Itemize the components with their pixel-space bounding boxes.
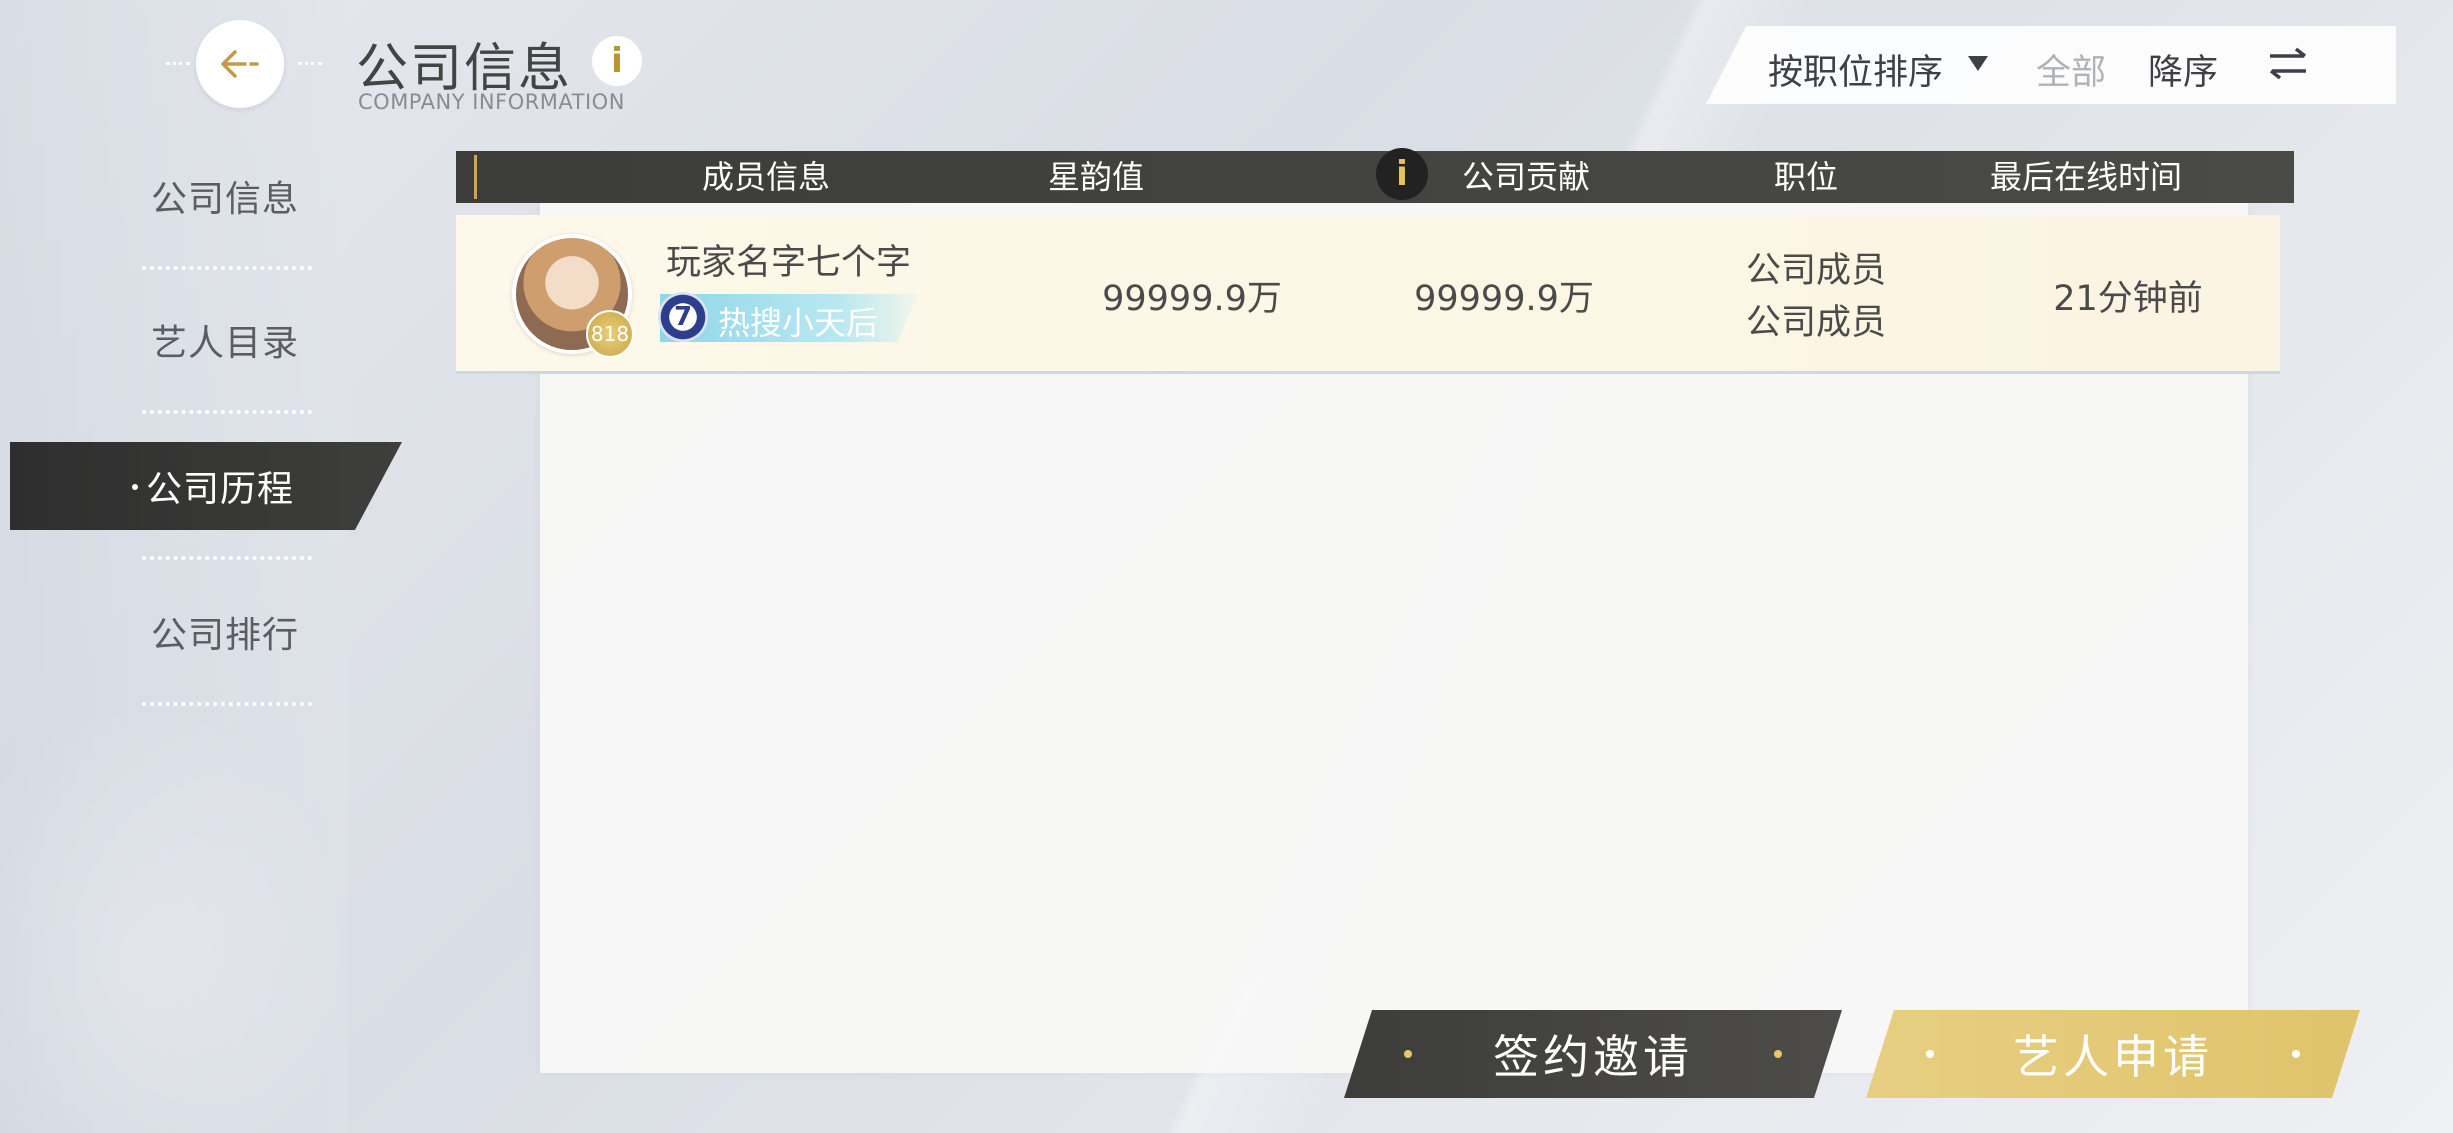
page-subtitle: COMPANY INFORMATION bbox=[358, 90, 625, 114]
sparkle-icon bbox=[2292, 1050, 2300, 1058]
table-header: 成员信息 星韵值 公司贡献 职位 最后在线时间 bbox=[456, 151, 2294, 203]
back-arrow-icon bbox=[221, 50, 259, 78]
column-header-position: 职位 bbox=[1773, 158, 1838, 196]
decorative-dots bbox=[166, 62, 190, 69]
column-header-last-online: 最后在线时间 bbox=[1989, 158, 2182, 196]
swap-order-icon[interactable] bbox=[2266, 46, 2310, 82]
level-badge: 818 bbox=[586, 310, 634, 358]
decorative-dots bbox=[298, 62, 322, 69]
star-value-cell: 99999.9万 bbox=[1102, 279, 1282, 319]
contribution-cell: 99999.9万 bbox=[1414, 279, 1594, 319]
position-cell: 公司成员 bbox=[1745, 303, 1886, 343]
sidebar-item-label: 公司排行 bbox=[150, 615, 299, 656]
column-header-star-value: 星韵值 bbox=[1047, 158, 1144, 196]
artist-apply-button[interactable]: 艺人申请 bbox=[1866, 1010, 2360, 1098]
divider bbox=[142, 702, 312, 706]
sidebar-item-company-history[interactable]: 公司历程 bbox=[10, 442, 402, 530]
last-online-cell: 21分钟前 bbox=[2053, 279, 2203, 319]
contribution-info-icon[interactable]: i bbox=[1376, 148, 1428, 200]
position-cell: 公司成员 bbox=[1745, 251, 1886, 291]
title-tag-label: 热搜小天后 bbox=[718, 304, 879, 342]
column-header-contribution: 公司贡献 bbox=[1461, 158, 1590, 196]
artist-apply-label: 艺人申请 bbox=[2013, 1030, 2213, 1084]
player-name: 玩家名字七个字 bbox=[666, 243, 912, 283]
header-accent bbox=[474, 155, 477, 199]
sort-order-button[interactable]: 降序 bbox=[2148, 44, 2218, 95]
sidebar-item-company-ranking[interactable]: 公司排行 bbox=[10, 588, 440, 676]
sidebar-item-label: 公司历程 bbox=[146, 469, 295, 510]
sparkle-icon bbox=[1404, 1050, 1412, 1058]
info-icon[interactable]: i bbox=[592, 36, 642, 86]
sparkle-icon bbox=[1926, 1050, 1934, 1058]
divider bbox=[142, 556, 312, 560]
divider bbox=[142, 410, 312, 414]
back-button[interactable] bbox=[196, 20, 284, 108]
sort-by-dropdown[interactable]: 按职位排序 bbox=[1768, 44, 1943, 95]
sidebar-item-company-info[interactable]: 公司信息 bbox=[10, 152, 440, 240]
divider bbox=[142, 266, 312, 270]
sparkle-icon bbox=[1774, 1050, 1782, 1058]
sign-invite-button[interactable]: 签约邀请 bbox=[1344, 1010, 1842, 1098]
sidebar-item-label: 艺人目录 bbox=[150, 323, 299, 364]
sign-invite-label: 签约邀请 bbox=[1493, 1030, 1693, 1084]
column-header-member-info: 成员信息 bbox=[701, 158, 830, 196]
active-indicator-dot bbox=[132, 484, 138, 490]
title-badge-icon: 7 bbox=[658, 292, 708, 342]
filter-all-button[interactable]: 全部 bbox=[2036, 44, 2106, 95]
sidebar-item-label: 公司信息 bbox=[150, 179, 299, 220]
dropdown-caret-icon bbox=[1968, 56, 1988, 71]
sidebar-item-artist-directory[interactable]: 艺人目录 bbox=[10, 296, 440, 384]
